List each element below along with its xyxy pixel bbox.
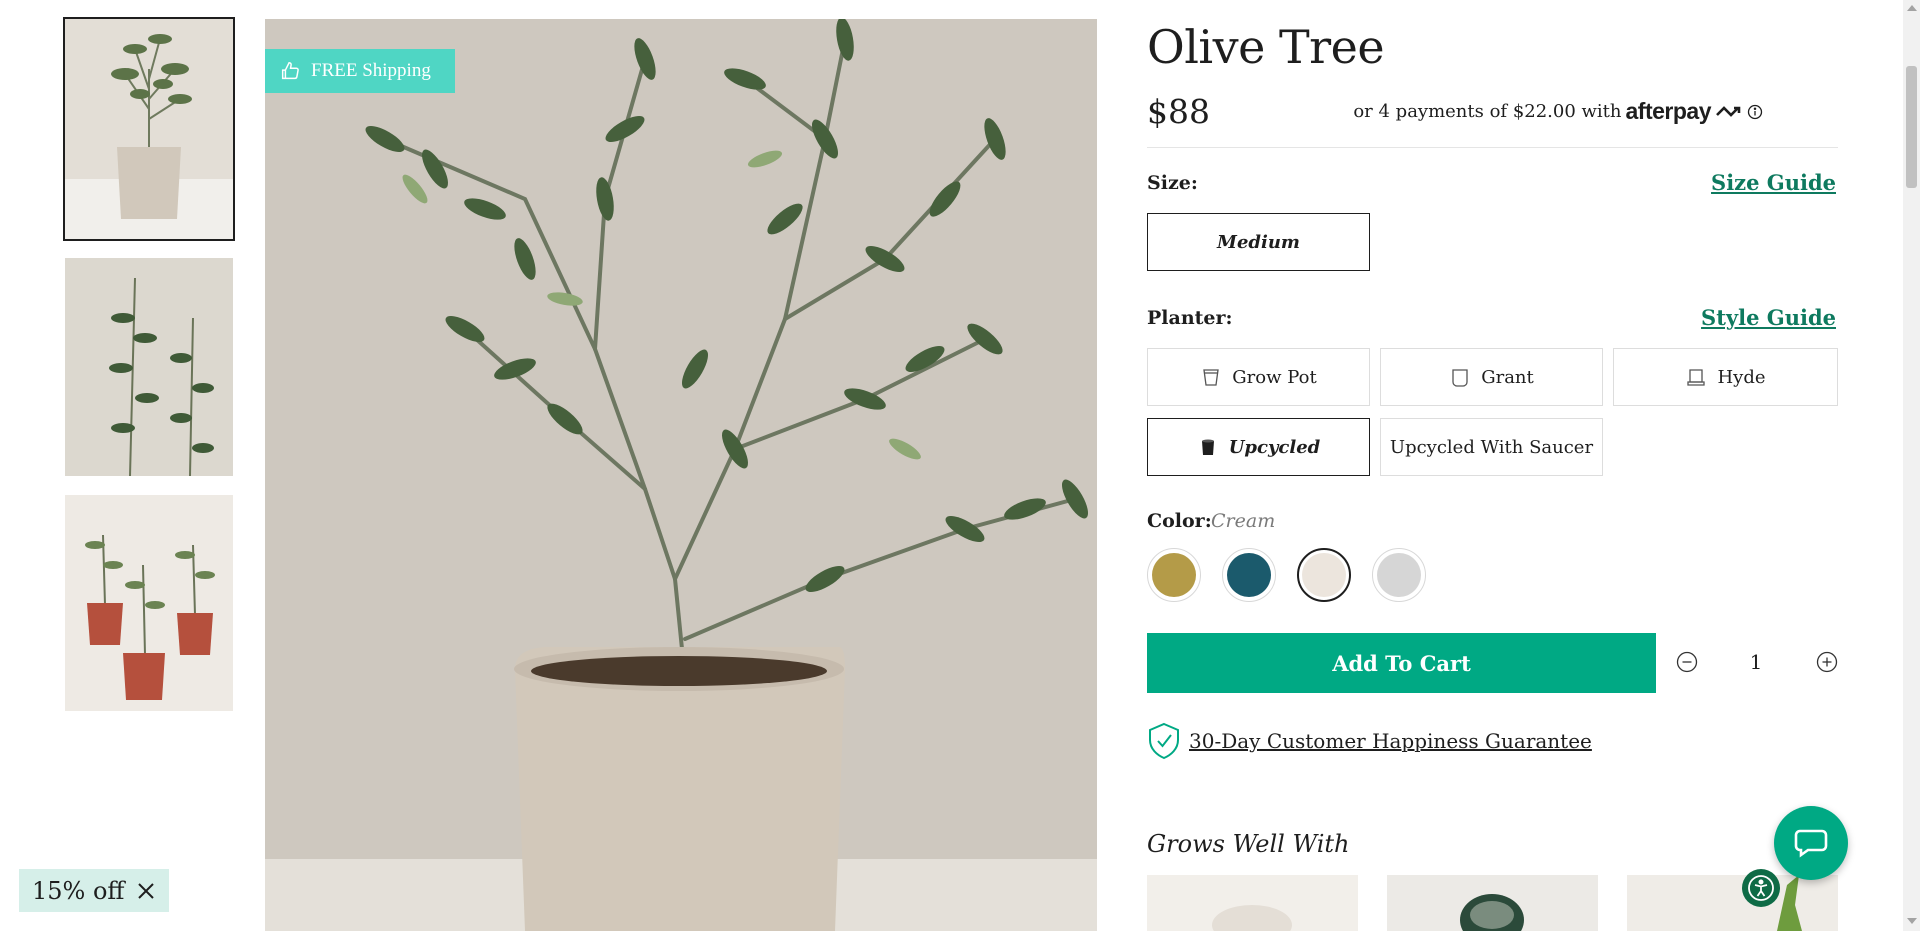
recommendation-card-3[interactable]	[1627, 875, 1838, 931]
grant-planter-icon	[1452, 369, 1468, 387]
scrollbar-thumb[interactable]	[1906, 66, 1917, 188]
plus-icon[interactable]	[1816, 651, 1838, 673]
planter-option-label: Hyde	[1717, 366, 1766, 388]
main-product-image: FREE Shipping	[265, 19, 1097, 931]
recommendation-image-2	[1387, 875, 1598, 931]
hyde-planter-icon	[1687, 369, 1706, 386]
color-swatch-cream[interactable]	[1297, 548, 1351, 602]
planter-option-label: Upcycled With Saucer	[1389, 436, 1594, 458]
style-guide-link[interactable]: Style Guide	[1701, 305, 1836, 330]
chat-button[interactable]	[1774, 806, 1848, 880]
discount-label[interactable]: 15% off	[32, 877, 124, 905]
planter-option-label: Upcycled	[1228, 436, 1321, 458]
accessibility-button[interactable]	[1742, 869, 1780, 907]
guarantee-link[interactable]: 30-Day Customer Happiness Guarantee	[1147, 722, 1592, 760]
color-swatch-mustard[interactable]	[1147, 548, 1201, 602]
color-swatch-gray[interactable]	[1372, 548, 1426, 602]
thumbnail-2[interactable]	[65, 258, 233, 476]
grows-well-with-title: Grows Well With	[1147, 830, 1350, 858]
planter-label: Planter:	[1147, 307, 1233, 329]
planter-option-upcycled[interactable]: Upcycled	[1147, 418, 1370, 476]
planter-option-grow-pot[interactable]: Grow Pot	[1147, 348, 1370, 406]
thumbnail-3[interactable]	[65, 495, 233, 711]
planter-option-grant[interactable]: Grant	[1380, 348, 1603, 406]
close-icon[interactable]	[136, 881, 156, 901]
planter-option-upcycled-with-saucer[interactable]: Upcycled With Saucer	[1380, 418, 1603, 476]
recommendation-image-3	[1627, 875, 1838, 931]
afterpay-text: or 4 payments of $22.00 with	[1353, 101, 1622, 122]
free-shipping-badge: FREE Shipping	[265, 49, 455, 93]
swatch-fill	[1377, 553, 1421, 597]
size-label: Size:	[1147, 172, 1198, 194]
planter-option-hyde[interactable]: Hyde	[1613, 348, 1838, 406]
free-shipping-text: FREE Shipping	[311, 60, 431, 81]
divider	[1147, 147, 1838, 148]
size-option-label: Medium	[1217, 231, 1300, 253]
quantity-value[interactable]: 1	[1746, 650, 1766, 674]
recommendation-card-2[interactable]	[1387, 875, 1598, 931]
page-scrollbar[interactable]	[1903, 0, 1920, 931]
swatch-fill	[1152, 553, 1196, 597]
recommendation-image-1	[1147, 875, 1358, 931]
thumbnail-1[interactable]	[63, 17, 235, 241]
minus-icon[interactable]	[1676, 651, 1698, 673]
planter-option-label: Grow Pot	[1232, 366, 1317, 388]
afterpay-info: or 4 payments of $22.00 with afterpay	[1353, 98, 1763, 125]
grow-pot-icon	[1203, 369, 1220, 386]
color-label: Color:	[1147, 510, 1212, 532]
afterpay-logo-icon	[1716, 105, 1741, 117]
accessibility-icon	[1748, 875, 1774, 901]
afterpay-logo: afterpay	[1625, 98, 1712, 124]
color-swatch-blue[interactable]	[1222, 548, 1276, 602]
scroll-up-arrow[interactable]	[1907, 5, 1917, 11]
add-to-cart-button[interactable]: Add To Cart	[1147, 633, 1656, 693]
product-title: Olive Tree	[1147, 20, 1385, 74]
size-option-medium[interactable]: Medium	[1147, 213, 1370, 271]
planter-option-label: Grant	[1481, 366, 1534, 388]
scroll-down-arrow[interactable]	[1907, 918, 1917, 924]
guarantee-text[interactable]: 30-Day Customer Happiness Guarantee	[1189, 729, 1592, 753]
selected-color-name: Cream	[1211, 510, 1276, 532]
shield-check-icon	[1149, 722, 1179, 760]
size-guide-link[interactable]: Size Guide	[1711, 170, 1836, 195]
swatch-fill	[1302, 553, 1346, 597]
thumbs-up-icon	[281, 62, 299, 80]
swatch-fill	[1227, 553, 1271, 597]
discount-popup[interactable]: 15% off	[19, 869, 169, 912]
recommendation-card-1[interactable]	[1147, 875, 1358, 931]
info-icon[interactable]	[1747, 104, 1763, 120]
product-price: $88	[1147, 92, 1210, 131]
upcycled-planter-icon	[1201, 439, 1214, 455]
chat-icon	[1794, 829, 1828, 858]
